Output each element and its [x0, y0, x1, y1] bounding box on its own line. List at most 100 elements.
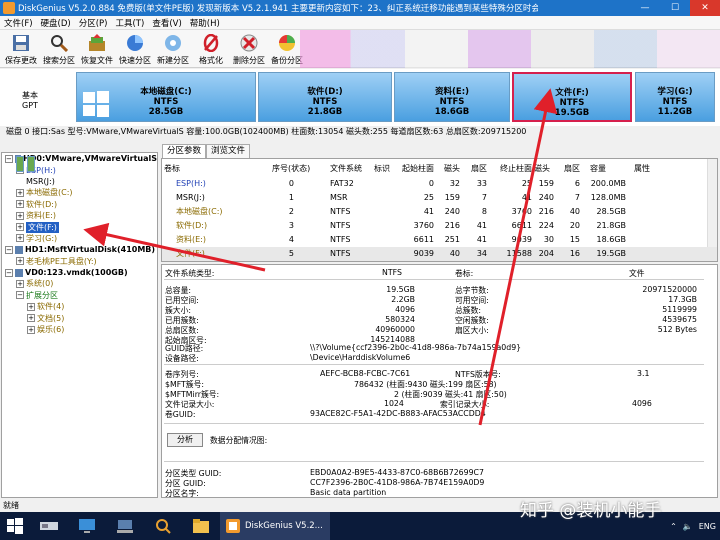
tab-partition-params[interactable]: 分区参数 [162, 144, 207, 158]
expand-toggle-icon[interactable]: + [16, 257, 24, 266]
disk-tree[interactable]: − HD0:VMware,VMwareVirtualS+ESP(H:)MSR(J:… [1, 152, 158, 498]
expand-toggle-icon[interactable]: + [16, 234, 24, 243]
detail-value: 4096 [395, 305, 415, 314]
column-header[interactable]: 终止柱面 [500, 162, 532, 176]
analyze-button[interactable]: 分析 [167, 433, 203, 447]
tree-partition-node[interactable]: +ESP(H:) [2, 156, 157, 175]
taskbar-folder-app[interactable] [182, 512, 220, 540]
tree-partition-node[interactable]: + 系统(0) [2, 156, 157, 289]
close-button[interactable]: ✕ [690, 0, 720, 16]
start-button[interactable] [0, 512, 30, 540]
expand-toggle-icon[interactable]: + [16, 279, 24, 288]
taskbar-network-app[interactable] [106, 512, 144, 540]
partition-icon [16, 156, 24, 172]
tree-partition-node[interactable]: + 本地磁盘(C:) [2, 156, 157, 198]
tree-disk-node[interactable]: − HD1:MsftVirtualDisk(410MB) [2, 244, 157, 255]
column-header[interactable]: 序号(状态) [272, 162, 310, 176]
menu-tools[interactable]: 工具(T) [111, 17, 148, 29]
partition-block-d[interactable]: 软件(D:) NTFS 21.8GB [258, 72, 392, 122]
tab-browse-files[interactable]: 浏览文件 [206, 144, 251, 158]
table-cell: 34 [476, 249, 487, 258]
expand-toggle-icon[interactable]: + [27, 302, 35, 311]
delete-partition-button[interactable]: 删除分区 [230, 30, 268, 68]
table-row[interactable]: 资料(E:) 4 NTFS 6611 251 41 9039 30 15 18.6GB [162, 233, 717, 247]
expand-toggle-icon[interactable]: + [27, 314, 35, 323]
format-button[interactable]: 格式化 [192, 30, 230, 68]
tree-partition-node[interactable]: − 扩展分区 [2, 156, 157, 301]
menu-file[interactable]: 文件(F) [0, 17, 37, 29]
column-header[interactable]: 磁头 [444, 162, 460, 176]
table-cell: 30 [543, 235, 554, 244]
chevron-up-icon[interactable]: ⌃ [670, 522, 677, 531]
taskbar-diskgenius-app[interactable]: DiskGenius V5.2... [220, 512, 330, 540]
table-cell: 4 [288, 235, 294, 244]
tree-partition-node[interactable]: + 软件(4) [2, 156, 157, 312]
column-header[interactable]: 扇区 [564, 162, 580, 176]
tree-partition-node[interactable]: + 软件(D:) [2, 156, 157, 210]
expand-toggle-icon[interactable]: − [16, 291, 24, 300]
volume-icon[interactable]: 🔈 [683, 522, 693, 531]
column-header[interactable]: 卷标 [164, 162, 180, 176]
network-icon [117, 520, 133, 533]
taskbar-app-label: DiskGenius V5.2... [245, 521, 323, 531]
column-header[interactable]: 容量 [590, 162, 606, 176]
column-header[interactable]: 磁头 [534, 162, 550, 176]
column-header[interactable]: 扇区 [471, 162, 487, 176]
menu-help[interactable]: 帮助(H) [186, 17, 224, 29]
menu-view[interactable]: 查看(V) [148, 17, 185, 29]
table-cell: 240 [444, 207, 460, 216]
table-cell: 5 [288, 249, 294, 258]
expand-toggle-icon[interactable]: + [16, 200, 24, 209]
table-cell: 224 [538, 221, 554, 230]
table-row[interactable]: 文件(F:) 5 NTFS 9039 40 34 11588 204 16 19.5GB [162, 247, 717, 261]
divider [164, 461, 704, 462]
table-cell [634, 233, 664, 247]
quick-partition-button[interactable]: 快速分区 [116, 30, 154, 68]
expand-toggle-icon[interactable]: + [16, 211, 24, 220]
partition-block-e[interactable]: 资料(E:) NTFS 18.6GB [394, 72, 510, 122]
table-row[interactable]: 本地磁盘(C:) 2 NTFS 41 240 8 3760 216 40 28.5GB [162, 205, 717, 219]
expand-toggle-icon[interactable]: − [5, 245, 13, 254]
table-cell: 159 [538, 179, 554, 188]
tree-partition-node[interactable]: + 资料(E:) [2, 156, 157, 221]
table-row[interactable]: 软件(D:) 3 NTFS 3760 216 41 6611 224 20 21.8GB [162, 219, 717, 233]
maximize-button[interactable]: ☐ [660, 0, 690, 16]
partition-fs: NTFS [312, 97, 338, 107]
taskbar-search-app[interactable] [144, 512, 182, 540]
input-language[interactable]: ENG [699, 522, 716, 531]
save-icon [11, 33, 31, 53]
expand-toggle-icon[interactable]: + [16, 188, 24, 197]
taskbar-computer-app[interactable] [68, 512, 106, 540]
save-changes-button[interactable]: 保存更改 [2, 30, 40, 68]
tree-disk-node[interactable]: − VD0:123.vmdk(100GB) [2, 267, 157, 278]
expand-toggle-icon[interactable]: − [5, 154, 13, 163]
table-row[interactable]: MSR(J:) 1 MSR 25 159 7 41 240 7 128.0MB [162, 191, 717, 205]
new-partition-button[interactable]: 新建分区 [154, 30, 192, 68]
expand-toggle-icon[interactable]: + [27, 325, 35, 334]
partition-block-g[interactable]: 学习(G:) NTFS 11.2GB [635, 72, 715, 122]
tree-partition-node[interactable]: MSR(J:) [2, 156, 157, 187]
tree-partition-node[interactable]: + 文档(5) [2, 156, 157, 323]
recover-files-button[interactable]: 恢复文件 [78, 30, 116, 68]
tree-partition-node[interactable]: + 文件(F:) [2, 156, 157, 233]
table-cell: 15 [569, 235, 580, 244]
column-header[interactable]: 属性 [634, 162, 650, 176]
table-row[interactable]: ESP(H:) 0 FAT32 0 32 33 25 159 6 200.0MB [162, 177, 717, 191]
menu-partition[interactable]: 分区(P) [75, 17, 112, 29]
tree-partition-node[interactable]: + 娱乐(6) [2, 156, 157, 335]
detail-label: 分区名字: [165, 489, 199, 498]
search-partition-button[interactable]: 搜索分区 [40, 30, 78, 68]
tree-partition-node[interactable]: + 学习(G:) [2, 156, 157, 244]
menu-disk[interactable]: 硬盘(D) [37, 17, 75, 29]
partition-block-f[interactable]: 文件(F:) NTFS 19.5GB [512, 72, 632, 122]
detail-value: 93ACE82C-F5A1-42DC-B883-AFAC53ACCDD4 [310, 409, 486, 418]
taskbar-drive-app[interactable] [30, 512, 68, 540]
minimize-button[interactable]: — [630, 0, 660, 16]
column-header[interactable]: 起始柱面 [402, 162, 434, 176]
column-header[interactable]: 文件系统 [330, 162, 362, 176]
expand-toggle-icon[interactable]: + [16, 223, 24, 232]
expand-toggle-icon[interactable]: − [5, 268, 13, 277]
tree-disk-node[interactable]: − HD0:VMware,VMwareVirtualS [2, 153, 157, 164]
column-header[interactable]: 标识 [374, 162, 390, 176]
tree-partition-node[interactable]: + 老毛桃PE工具盘(Y:) [2, 156, 157, 267]
